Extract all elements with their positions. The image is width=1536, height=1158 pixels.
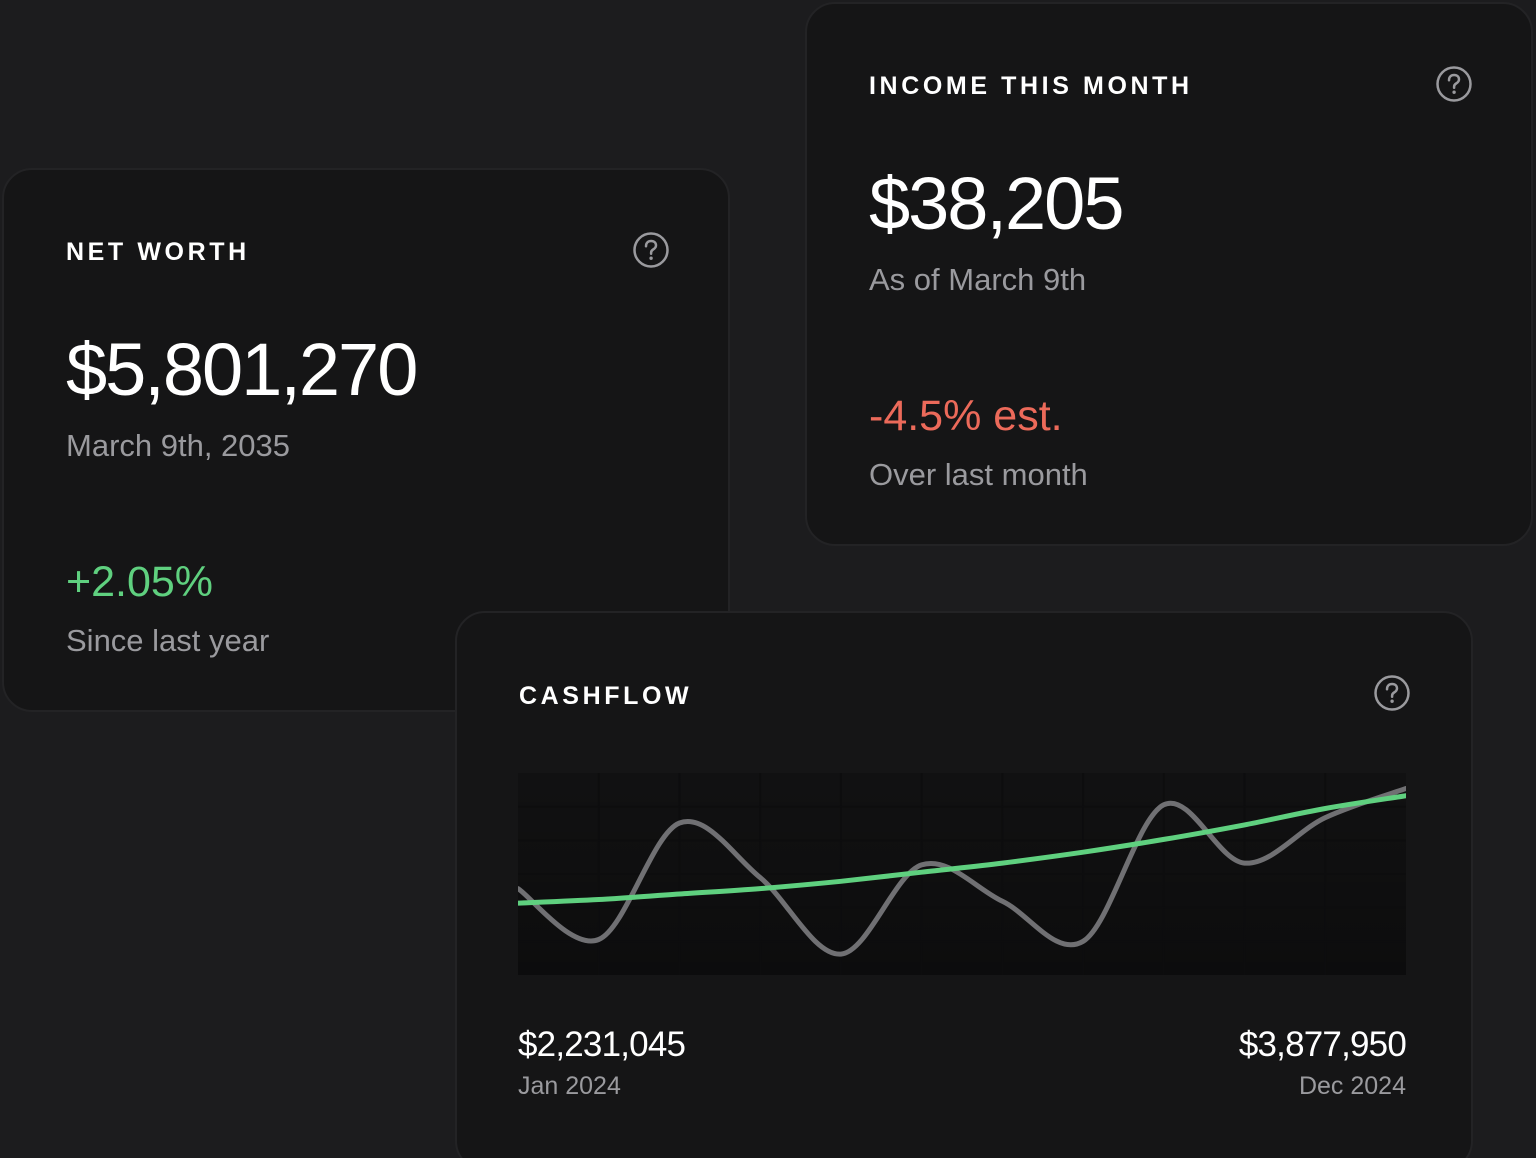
net-worth-value: $5,801,270 <box>66 328 418 411</box>
cashflow-start-value: $2,231,045 <box>518 1025 686 1064</box>
question-circle-icon[interactable] <box>632 231 670 269</box>
cashflow-chart <box>518 773 1406 975</box>
income-change-caption: Over last month <box>869 457 1088 492</box>
cashflow-end-value: $3,877,950 <box>1238 1025 1407 1064</box>
income-date: As of March 9th <box>869 262 1087 297</box>
net-worth-title: NET WORTH <box>66 238 250 266</box>
cashflow-title: CASHFLOW <box>519 682 693 710</box>
income-card: INCOME THIS MONTH $38,205 As of March 9t… <box>805 2 1533 546</box>
question-circle-icon[interactable] <box>1373 674 1411 712</box>
cashflow-start-label: Jan 2024 <box>518 1072 621 1100</box>
net-worth-change: +2.05% <box>66 558 214 606</box>
net-worth-change-caption: Since last year <box>66 623 270 658</box>
cashflow-end-label: Dec 2024 <box>1298 1072 1406 1100</box>
dashboard-canvas: NET WORTH $5,801,270 March 9th, 2035 +2.… <box>0 0 1536 1158</box>
question-circle-icon[interactable] <box>1435 65 1473 103</box>
income-change: -4.5% est. <box>869 392 1063 440</box>
income-title: INCOME THIS MONTH <box>869 72 1193 100</box>
cashflow-card: CASHFLOW $2,231,045 Jan 2024 $3,877,950 … <box>455 611 1473 1158</box>
net-worth-date: March 9th, 2035 <box>66 428 291 463</box>
income-value: $38,205 <box>869 162 1124 245</box>
